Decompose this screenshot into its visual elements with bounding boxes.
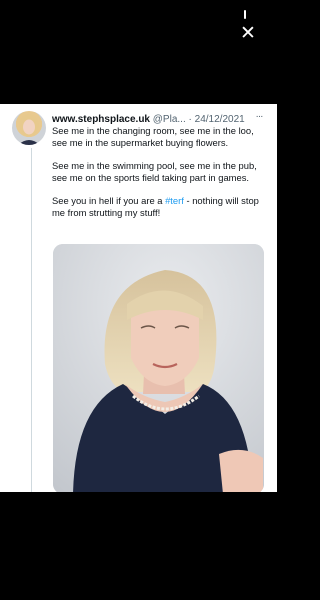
- close-icon[interactable]: ✕: [240, 24, 256, 43]
- tweet-card[interactable]: www.stephsplace.uk @Pla... · 24/12/2021 …: [0, 104, 277, 492]
- display-name[interactable]: www.stephsplace.uk: [52, 114, 150, 125]
- more-options-icon[interactable]: ···: [252, 110, 266, 124]
- tweet-paragraph: See you in hell if you are a #terf - not…: [52, 195, 264, 219]
- status-indicator: [244, 10, 246, 19]
- tweet-date[interactable]: 24/12/2021: [195, 114, 245, 125]
- tweet-photo[interactable]: [53, 244, 264, 492]
- hashtag-link[interactable]: #terf: [165, 195, 184, 206]
- tweet-paragraph: See me in the swimming pool, see me in t…: [52, 160, 257, 183]
- separator-dot: ·: [188, 114, 192, 125]
- thread-line: [31, 148, 32, 492]
- portrait-photo: [53, 244, 264, 492]
- tweet-paragraph: See me in the changing room, see me in t…: [52, 125, 254, 148]
- tweet-text: See me in the changing room, see me in t…: [52, 125, 264, 230]
- avatar[interactable]: [12, 111, 46, 145]
- user-handle[interactable]: @Pla...: [153, 114, 186, 125]
- tweet-text-segment: See you in hell if you are a: [52, 195, 166, 206]
